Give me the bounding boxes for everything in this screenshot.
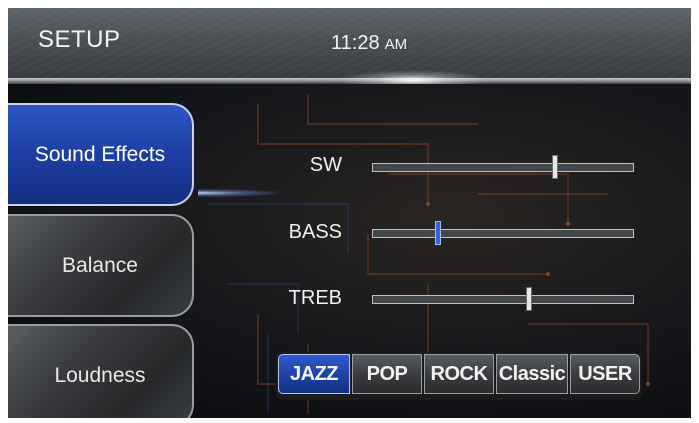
tab-label: Loudness	[54, 363, 146, 387]
preset-pop-button[interactable]: POP	[352, 354, 422, 394]
screen-frame: SETUP 11:28 AM Sound Effects Balance Lou…	[8, 8, 691, 418]
tab-balance[interactable]: Balance	[8, 214, 194, 317]
tab-sound-effects[interactable]: Sound Effects	[8, 103, 194, 206]
tab-label: Balance	[62, 253, 138, 277]
clock-time: 11:28	[331, 32, 380, 54]
preset-user-button[interactable]: USER	[570, 354, 640, 394]
sw-slider[interactable]	[372, 155, 634, 179]
eq-preset-bar: JAZZ POP ROCK Classic USER	[276, 352, 642, 400]
treb-slider-thumb[interactable]	[526, 287, 532, 311]
header-bar: SETUP 11:28 AM	[8, 8, 691, 78]
preset-classic-button[interactable]: Classic	[496, 354, 568, 394]
treb-label: TREB	[288, 287, 342, 309]
treb-slider[interactable]	[372, 287, 634, 311]
clock: 11:28 AM	[331, 32, 407, 55]
tab-selection-glow	[198, 189, 278, 197]
preset-jazz-button[interactable]: JAZZ	[278, 354, 350, 394]
sw-label: SW	[309, 154, 342, 176]
clock-ampm: AM	[384, 36, 408, 53]
bass-label: BASS	[288, 221, 342, 243]
sw-slider-thumb[interactable]	[552, 155, 558, 179]
bass-slider-thumb[interactable]	[435, 221, 441, 245]
preset-rock-button[interactable]: ROCK	[424, 354, 494, 394]
page-title: SETUP	[38, 26, 121, 53]
tab-label: Sound Effects	[34, 142, 166, 166]
tab-loudness[interactable]: Loudness	[8, 324, 194, 418]
bass-slider[interactable]	[372, 221, 634, 245]
